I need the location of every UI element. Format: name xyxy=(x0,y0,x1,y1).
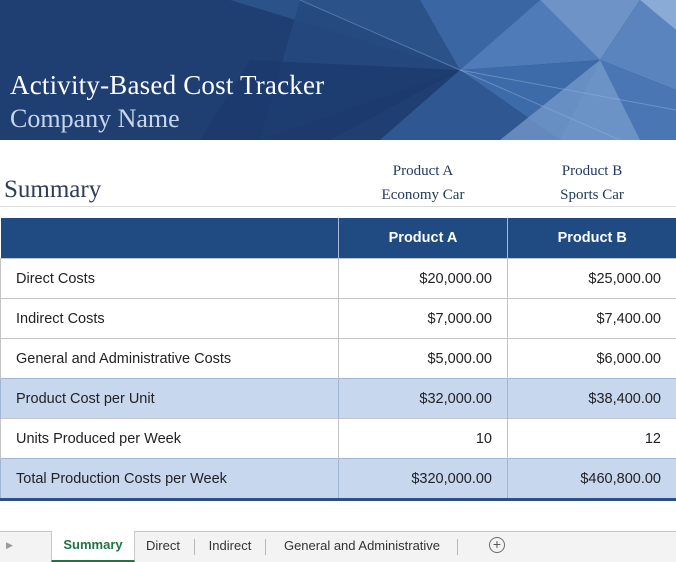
column-header-label[interactable] xyxy=(1,218,339,259)
scroll-left-icon[interactable]: ▶ xyxy=(6,540,13,551)
product-a-value-cell[interactable]: $20,000.00 xyxy=(339,259,508,299)
product-b-value-cell[interactable]: $25,000.00 xyxy=(508,259,676,299)
row-label-cell[interactable]: Total Production Costs per Week xyxy=(1,459,339,500)
sheet-tab-general-administrative[interactable]: General and Administrative xyxy=(272,532,452,560)
row-label-cell[interactable]: General and Administrative Costs xyxy=(1,339,339,379)
product-a-value-cell[interactable]: $5,000.00 xyxy=(339,339,508,379)
row-label-cell[interactable]: Product Cost per Unit xyxy=(1,379,339,419)
product-b-type: Sports Car xyxy=(507,187,676,204)
table-row: Direct Costs $20,000.00 $25,000.00 xyxy=(1,259,676,299)
table-row-highlighted: Product Cost per Unit $32,000.00 $38,400… xyxy=(1,379,676,419)
company-name: Company Name xyxy=(10,104,180,134)
plus-circle-icon[interactable]: + xyxy=(489,537,505,553)
table-row: Indirect Costs $7,000.00 $7,400.00 xyxy=(1,299,676,339)
product-a-name: Product A xyxy=(338,163,508,180)
row-label-cell[interactable]: Direct Costs xyxy=(1,259,339,299)
table-row: General and Administrative Costs $5,000.… xyxy=(1,339,676,379)
sheet-tab-indirect[interactable]: Indirect xyxy=(200,532,260,560)
table-row-total: Total Production Costs per Week $320,000… xyxy=(1,459,676,500)
product-a-value-cell[interactable]: $32,000.00 xyxy=(339,379,508,419)
product-a-value-cell[interactable]: $320,000.00 xyxy=(339,459,508,500)
product-b-name: Product B xyxy=(507,163,676,180)
table-header-row: Product A Product B xyxy=(1,218,676,259)
column-header-product-b[interactable]: Product B xyxy=(508,218,676,259)
row-label-cell[interactable]: Units Produced per Week xyxy=(1,419,339,459)
product-b-value-cell[interactable]: $38,400.00 xyxy=(508,379,676,419)
sheet-tab-bar: ▶ Summary Direct Indirect General and Ad… xyxy=(0,531,676,562)
header-divider xyxy=(0,206,676,207)
sheet-tab-direct[interactable]: Direct xyxy=(137,532,189,560)
tab-divider xyxy=(457,539,458,555)
table-row: Units Produced per Week 10 12 xyxy=(1,419,676,459)
product-b-value-cell[interactable]: $6,000.00 xyxy=(508,339,676,379)
product-a-type: Economy Car xyxy=(338,187,508,204)
tab-divider xyxy=(194,539,195,555)
sheet-tab-summary[interactable]: Summary xyxy=(51,531,135,562)
summary-heading: Summary xyxy=(4,176,101,204)
row-label-cell[interactable]: Indirect Costs xyxy=(1,299,339,339)
product-a-value-cell[interactable]: $7,000.00 xyxy=(339,299,508,339)
product-b-value-cell[interactable]: $7,400.00 xyxy=(508,299,676,339)
summary-table: Product A Product B Direct Costs $20,000… xyxy=(0,218,676,501)
column-header-product-a[interactable]: Product A xyxy=(339,218,508,259)
product-b-value-cell[interactable]: $460,800.00 xyxy=(508,459,676,500)
app-title: Activity-Based Cost Tracker xyxy=(10,70,324,101)
header-banner: Activity-Based Cost Tracker Company Name xyxy=(0,0,676,140)
product-a-value-cell[interactable]: 10 xyxy=(339,419,508,459)
product-b-value-cell[interactable]: 12 xyxy=(508,419,676,459)
tab-divider xyxy=(265,539,266,555)
